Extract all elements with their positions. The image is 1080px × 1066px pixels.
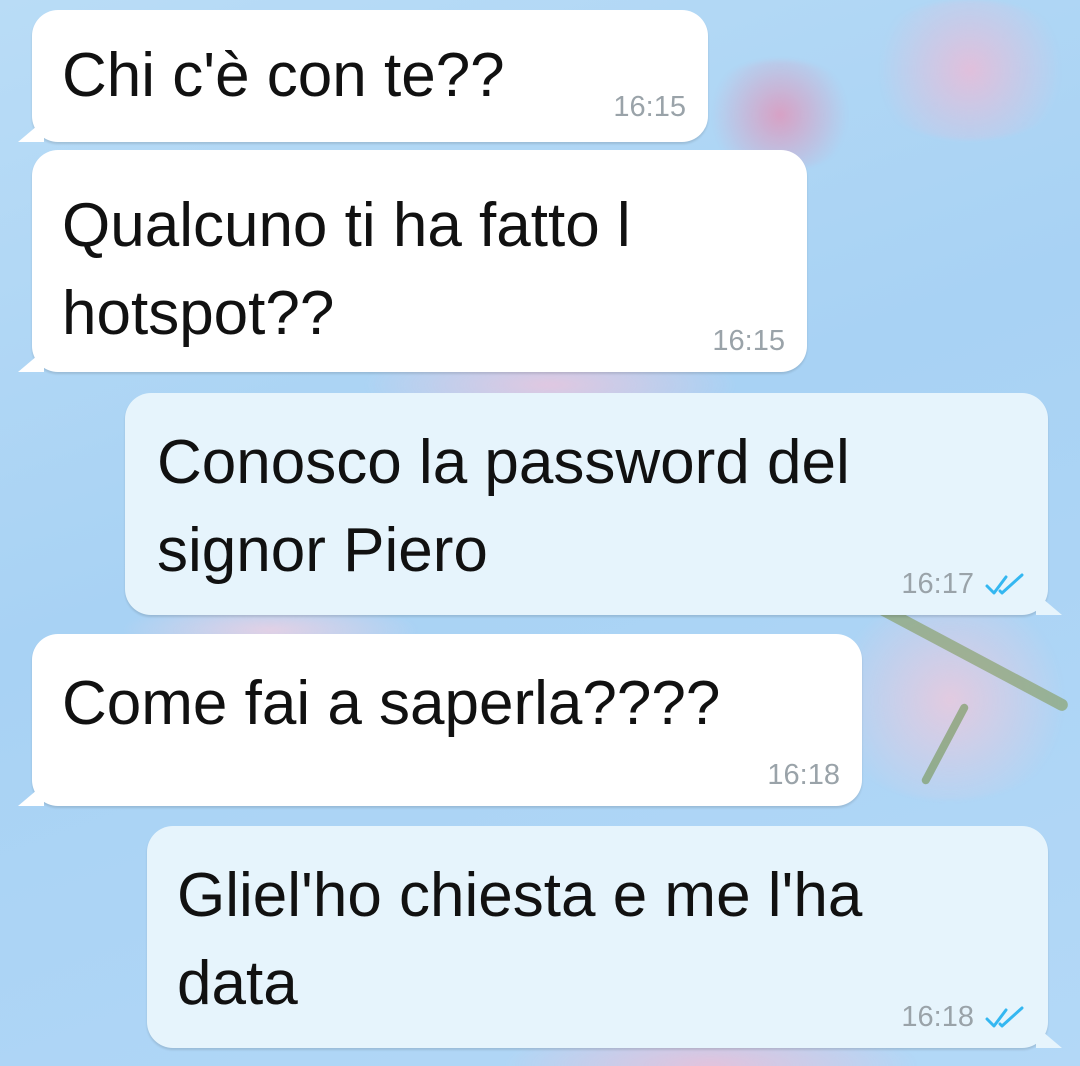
double-check-icon [985,1006,1024,1027]
bubble-tail [18,120,44,142]
double-check-icon [985,573,1024,594]
message-meta: 16:17 [901,568,1026,601]
message-timestamp: 16:18 [767,759,840,791]
message-timestamp: 16:15 [613,91,686,123]
incoming-message-bubble[interactable]: Come fai a saperla???? 16:18 [18,634,862,806]
message-text: Conosco la password del signor Piero [157,428,850,585]
message-text: Chi c'è con te?? [62,41,505,110]
message-meta: 16:18 [901,1001,1026,1034]
bubble-tail [1036,1026,1062,1048]
message-text: Gliel'ho chiesta e me l'ha data [177,861,863,1018]
message-meta: 16:15 [613,91,686,124]
outgoing-message-bubble[interactable]: Conosco la password del signor Piero 16:… [125,393,1062,615]
incoming-message-bubble[interactable]: Chi c'è con te?? 16:15 [18,10,708,142]
outgoing-message-bubble[interactable]: Gliel'ho chiesta e me l'ha data 16:18 [147,826,1062,1048]
chat-message-list: Chi c'è con te?? 16:15 Qualcuno ti ha fa… [0,0,1080,1066]
message-timestamp: 16:17 [901,568,974,600]
bubble-tail [1036,593,1062,615]
bubble-tail [18,350,44,372]
message-meta: 16:15 [712,325,785,358]
bubble-tail [18,784,44,806]
message-text: Qualcuno ti ha fatto l hotspot?? [62,191,631,348]
message-timestamp: 16:18 [901,1001,974,1033]
message-timestamp: 16:15 [712,325,785,357]
message-meta: 16:18 [767,759,840,792]
incoming-message-bubble[interactable]: Qualcuno ti ha fatto l hotspot?? 16:15 [18,150,807,372]
message-text: Come fai a saperla???? [62,669,721,738]
